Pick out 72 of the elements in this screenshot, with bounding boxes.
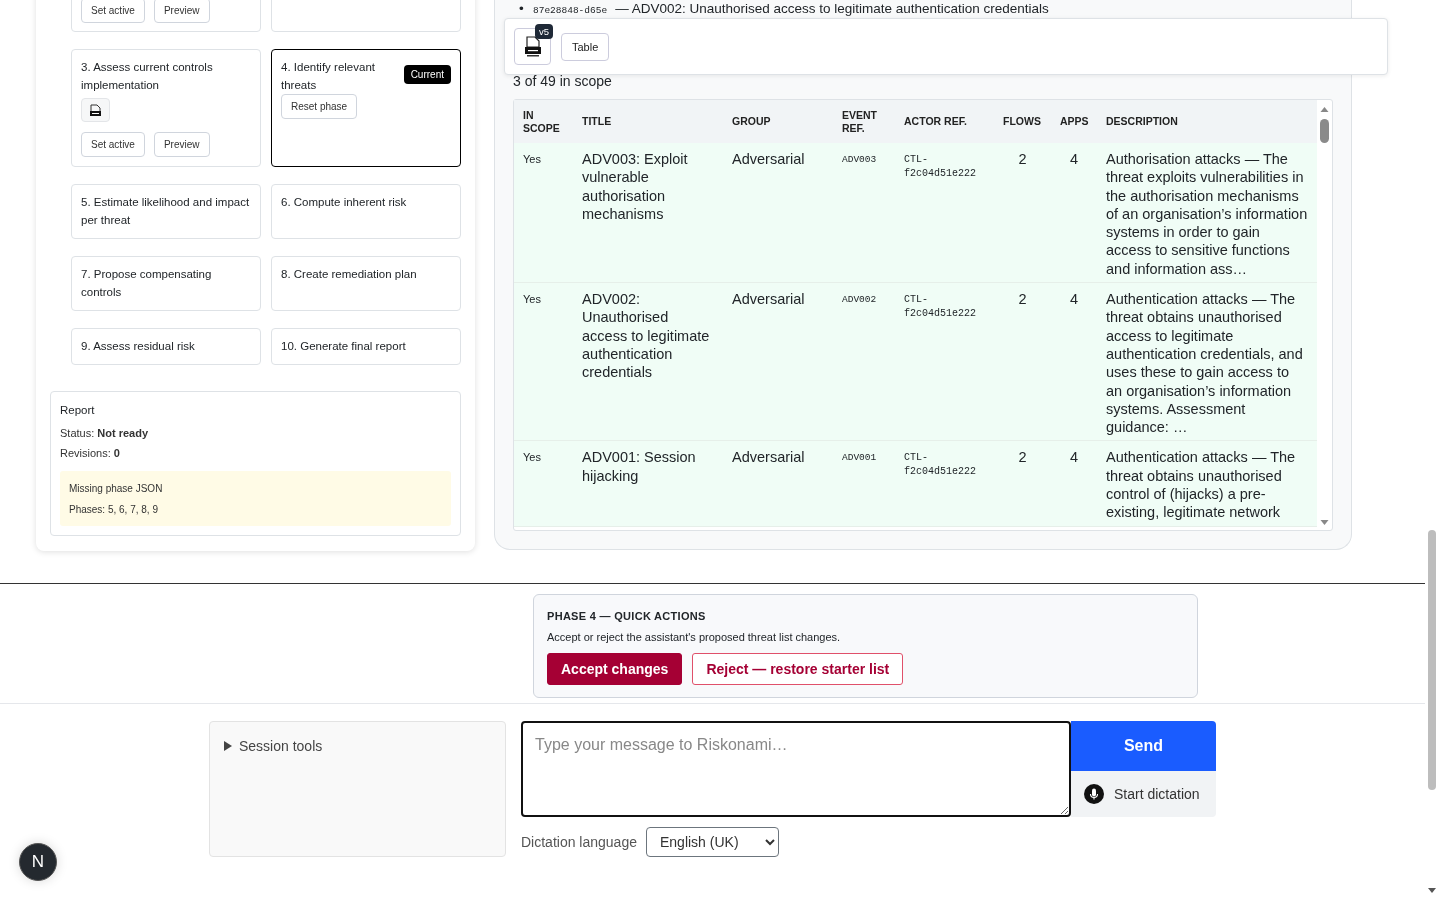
bullet-marker: • [519,1,525,17]
column-header: DESCRIPTION [1105,115,1179,128]
send-button[interactable]: Send [1071,721,1216,771]
file-icon [89,103,102,117]
table-cell-text: 4 [1068,290,1080,310]
table-cell-text: 4 [1068,448,1080,468]
dictation-button[interactable]: Start dictation [1071,771,1216,817]
phase-button[interactable]: Preview [153,0,210,23]
session-tools-toggle[interactable]: Session tools [223,736,323,756]
report-revisions: Revisions: 0 [60,446,121,461]
table-cell-text: CTL-f2c04d51e222 [903,153,977,181]
item-text: — ADV002: Unauthorised access to legitimate authentication credentials [615,1,1049,16]
table-cell-text: Yes [522,152,542,167]
table-cell-text: Authentication attacks — The threat obtains unauthorised access to legitimate authentication credentials, and uses these to gain access to an organisation’s information systems. Assessment guidance: … [1105,290,1304,438]
phase-title: 6. Compute inherent risk [281,195,407,210]
phase-title: 9. Assess residual risk [81,339,195,354]
table-cell-text: ADV003: Exploit vulnerable authorisation mechanisms [581,150,689,224]
column-header: FLOWS [1002,115,1042,128]
warning-title: Missing phase JSON [69,482,164,496]
microphone-icon [1084,784,1104,804]
view-button[interactable]: Table [561,32,610,61]
language-label: Dictation language [521,834,637,850]
message-field[interactable]: Type your message to Riskonami… [521,721,1071,817]
column-header: IN SCOPE [522,108,561,135]
report-title: Report [60,403,96,418]
table-cell-text: ADV001: Session hijacking [581,448,697,486]
table-cell-text: Adversarial [731,150,806,169]
reject-button[interactable]: Reject — restore starter list [692,653,904,685]
phase-title: 4. Identify relevant threats [281,60,376,93]
version-badge: v5 [534,24,553,39]
column-header: EVENT REF. [841,108,878,135]
phase-title: 10. Generate final report [281,339,406,354]
table-cell-text: Yes [522,450,542,466]
report-status: Status: Not ready [60,426,150,441]
table-cell-text: 2 [1017,448,1028,468]
table-cell-text: Adversarial [731,448,806,468]
table-cell-text: Adversarial [731,290,806,310]
table-cell-text: Authentication attacks — The threat obtains unauthorised control of (hijacks) a pre-existing, legitimate network [1105,448,1297,523]
column-header: GROUP [731,115,772,128]
file-button[interactable] [81,98,110,122]
table-cell-text: ADV002 [841,293,878,308]
column-header: ACTOR REF. [903,115,968,128]
avatar[interactable]: N [19,843,57,881]
language-select[interactable]: English (UK) [646,827,779,857]
column-header: TITLE [581,115,613,128]
table-cell-text: 2 [1017,150,1028,169]
table-cell-text: ADV001 [841,451,878,466]
json-file-icon [522,36,543,57]
table-cell-text: ADV002: Unauthorised access to legitimate authentication credentials [581,290,711,383]
table-cell-text: Authorisation attacks — The threat exploits vulnerabilities in the authorisation mechanisms of an organisation’s information systems in order to gain access to sensitive functions and information ass… [1105,150,1309,279]
phase-button[interactable]: Reset phase [281,94,358,119]
phase-title: 5. Estimate likelihood and impact per threat [81,195,251,228]
panel-title: PHASE 4 — QUICK ACTIONS [547,609,707,624]
table-cell-text: CTL-f2c04d51e222 [903,451,977,480]
table-cell-text: 4 [1068,150,1080,169]
accept-button[interactable]: Accept changes [547,653,683,685]
phase-button[interactable]: Set active [81,132,145,157]
current-badge: Current [403,65,451,84]
table-cell-text: 2 [1017,290,1028,310]
phase-button[interactable]: Set active [81,0,145,23]
table-cell-text: Yes [522,292,542,308]
phase-title: 8. Create remediation plan [281,267,417,282]
column-header: APPS [1059,115,1090,128]
phase-title: 3. Assess current controls implementation [81,60,214,93]
item-ref: 87e28848-d65e [533,5,608,16]
panel-description: Accept or reject the assistant's proposed threat list changes. [547,630,842,645]
warning-text: Phases: 5, 6, 7, 8, 9 [69,503,159,517]
table-cell-text: ADV003 [841,153,878,167]
scope-count: 3 of 49 in scope [513,72,613,90]
phase-title: 7. Propose compensating controls [81,267,213,300]
phase-button[interactable]: Preview [153,132,210,157]
table-cell-text: CTL-f2c04d51e222 [903,293,977,322]
